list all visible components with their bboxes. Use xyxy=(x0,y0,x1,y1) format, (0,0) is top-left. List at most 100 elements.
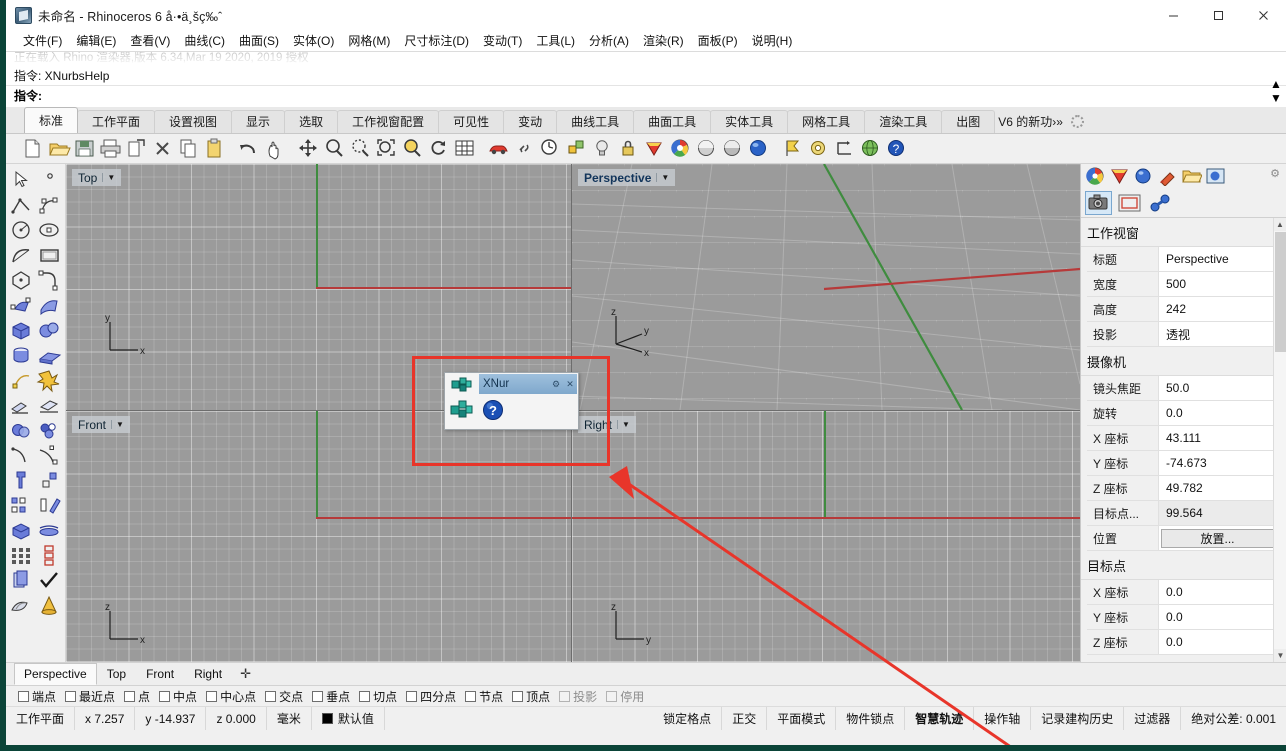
status-cplane[interactable]: 工作平面 xyxy=(6,707,75,730)
tab-visibility[interactable]: 可见性 xyxy=(438,110,504,133)
zoom-window-icon[interactable] xyxy=(348,136,373,161)
export-icon[interactable] xyxy=(124,136,149,161)
property-row-lens-length[interactable]: 镜头焦距 50.0 xyxy=(1087,376,1286,401)
layer-color-icon[interactable] xyxy=(642,136,667,161)
property-value[interactable]: 0.0 xyxy=(1159,605,1286,629)
zoom-in-icon[interactable] xyxy=(322,136,347,161)
viewport-right[interactable]: z y Right ▼ xyxy=(572,411,1080,662)
delete-x-icon[interactable] xyxy=(150,136,175,161)
property-value[interactable]: 500 xyxy=(1159,272,1286,296)
menu-analyze[interactable]: 分析(A) xyxy=(582,30,636,51)
properties-scrollbar[interactable]: ▲ ▼ xyxy=(1273,218,1286,662)
pan-hand-icon[interactable] xyxy=(262,136,287,161)
tab-solid-tools[interactable]: 实体工具 xyxy=(710,110,788,133)
property-row-width[interactable]: 宽度 500 xyxy=(1087,272,1286,297)
brush-rocket-icon[interactable] xyxy=(1157,166,1178,186)
viewport-perspective-label[interactable]: Perspective ▼ xyxy=(578,169,675,186)
status-grid-snap[interactable]: 锁定格点 xyxy=(653,707,722,730)
chevron-down-icon[interactable]: ▼ xyxy=(656,173,673,182)
panel-options-gear-icon[interactable]: ⚙ xyxy=(1269,168,1281,180)
circle-icon[interactable] xyxy=(8,218,36,243)
checkbox-icon[interactable] xyxy=(206,691,217,702)
control-points-curve-icon[interactable] xyxy=(36,193,64,218)
viewport-top-label[interactable]: Top ▼ xyxy=(72,169,121,186)
viewport-front-label[interactable]: Front ▼ xyxy=(72,416,130,433)
blend-curve-icon[interactable] xyxy=(36,443,64,468)
viewport-perspective[interactable]: z x y Perspective ▼ xyxy=(572,164,1080,410)
property-value[interactable]: 0.0 xyxy=(1159,401,1286,425)
point-icon[interactable] xyxy=(36,168,64,193)
property-row-target-x[interactable]: X 座标 0.0 xyxy=(1087,580,1286,605)
tab-standard[interactable]: 标准 xyxy=(24,107,78,133)
cylinder-icon[interactable] xyxy=(8,343,36,368)
render-sphere-icon[interactable] xyxy=(720,136,745,161)
property-row-placement[interactable]: 位置 放置... xyxy=(1087,526,1286,551)
rotate-view-icon[interactable] xyxy=(426,136,451,161)
checkbox-icon[interactable] xyxy=(124,691,135,702)
properties-icon[interactable] xyxy=(564,136,589,161)
property-row-target-y[interactable]: Y 座标 0.0 xyxy=(1087,605,1286,630)
menu-mesh[interactable]: 网格(M) xyxy=(341,30,397,51)
menu-tools[interactable]: 工具(L) xyxy=(529,30,582,51)
menu-dimension[interactable]: 尺寸标注(D) xyxy=(397,30,476,51)
boolean-difference-icon[interactable] xyxy=(36,418,64,443)
checkbox-icon[interactable] xyxy=(65,691,76,702)
property-row-camera-y[interactable]: Y 座标 -74.673 xyxy=(1087,451,1286,476)
viewport-right-label[interactable]: Right ▼ xyxy=(578,416,636,433)
menu-surface[interactable]: 曲面(S) xyxy=(232,30,286,51)
osnap-point[interactable]: 点 xyxy=(124,688,150,705)
surface-loft-icon[interactable] xyxy=(36,293,64,318)
osnap-knot[interactable]: 节点 xyxy=(465,688,503,705)
rectangle-icon[interactable] xyxy=(36,243,64,268)
ellipse-icon[interactable] xyxy=(36,218,64,243)
osnap-tangent[interactable]: 切点 xyxy=(359,688,397,705)
print-icon[interactable] xyxy=(98,136,123,161)
checkbox-icon[interactable] xyxy=(606,691,617,702)
place-camera-button[interactable]: 放置... xyxy=(1161,529,1274,548)
mesh-icon[interactable] xyxy=(8,593,36,618)
arc-icon[interactable] xyxy=(8,243,36,268)
chevron-down-icon[interactable]: ▼ xyxy=(102,173,119,182)
save-icon[interactable] xyxy=(72,136,97,161)
menu-edit[interactable]: 编辑(E) xyxy=(69,30,123,51)
osnap-quadrant[interactable]: 四分点 xyxy=(406,688,456,705)
xnurbs-floating-toolbar[interactable]: XNur ⚙ ✕ xyxy=(444,372,579,430)
car-render-icon[interactable] xyxy=(486,136,511,161)
offset-srf-icon[interactable] xyxy=(36,468,64,493)
menu-help[interactable]: 说明(H) xyxy=(745,30,800,51)
grid-icon[interactable] xyxy=(452,136,477,161)
viewport-tab-perspective[interactable]: Perspective xyxy=(14,663,97,685)
scroll-down-icon[interactable]: ▼ xyxy=(1274,649,1286,662)
copy-icon[interactable] xyxy=(176,136,201,161)
command-scrollbar[interactable]: ▲ ▼ xyxy=(1270,77,1286,107)
paste-icon[interactable] xyxy=(202,136,227,161)
tab-mesh-tools[interactable]: 网格工具 xyxy=(787,110,865,133)
xnurbs-help-icon[interactable]: ? xyxy=(480,397,506,423)
polyline-icon[interactable] xyxy=(8,193,36,218)
status-ortho[interactable]: 正交 xyxy=(722,707,767,730)
property-value[interactable]: 49.782 xyxy=(1159,476,1286,500)
box-icon[interactable] xyxy=(8,318,36,343)
layers-icon[interactable] xyxy=(8,568,36,593)
trim-icon[interactable] xyxy=(8,393,36,418)
osnap-center[interactable]: 中心点 xyxy=(206,688,256,705)
xnurbs-title-bar[interactable]: XNur ⚙ ✕ xyxy=(479,374,577,394)
boolean-union-icon[interactable] xyxy=(8,418,36,443)
tab-curve-tools[interactable]: 曲线工具 xyxy=(556,110,634,133)
property-value[interactable]: 透视 xyxy=(1159,322,1286,346)
tab-overflow[interactable]: V6 的新功›» xyxy=(994,113,1067,133)
checkbox-icon[interactable] xyxy=(559,691,570,702)
mirror-icon[interactable] xyxy=(36,493,64,518)
tab-options-gear-icon[interactable] xyxy=(1071,115,1084,128)
command-input[interactable]: 指令: xyxy=(6,86,1286,107)
osnap-disable[interactable]: 停用 xyxy=(606,688,644,705)
chevron-down-icon[interactable]: ▼ xyxy=(111,420,128,429)
status-smarttrack[interactable]: 智慧轨迹 xyxy=(905,707,974,730)
close-button[interactable] xyxy=(1241,0,1286,30)
select-arrow-icon[interactable] xyxy=(8,168,36,193)
osnap-end[interactable]: 端点 xyxy=(18,688,56,705)
open-folder-icon[interactable] xyxy=(46,136,71,161)
menu-panels[interactable]: 面板(P) xyxy=(691,30,745,51)
solid-box-array-icon[interactable] xyxy=(8,518,36,543)
checkbox-icon[interactable] xyxy=(465,691,476,702)
